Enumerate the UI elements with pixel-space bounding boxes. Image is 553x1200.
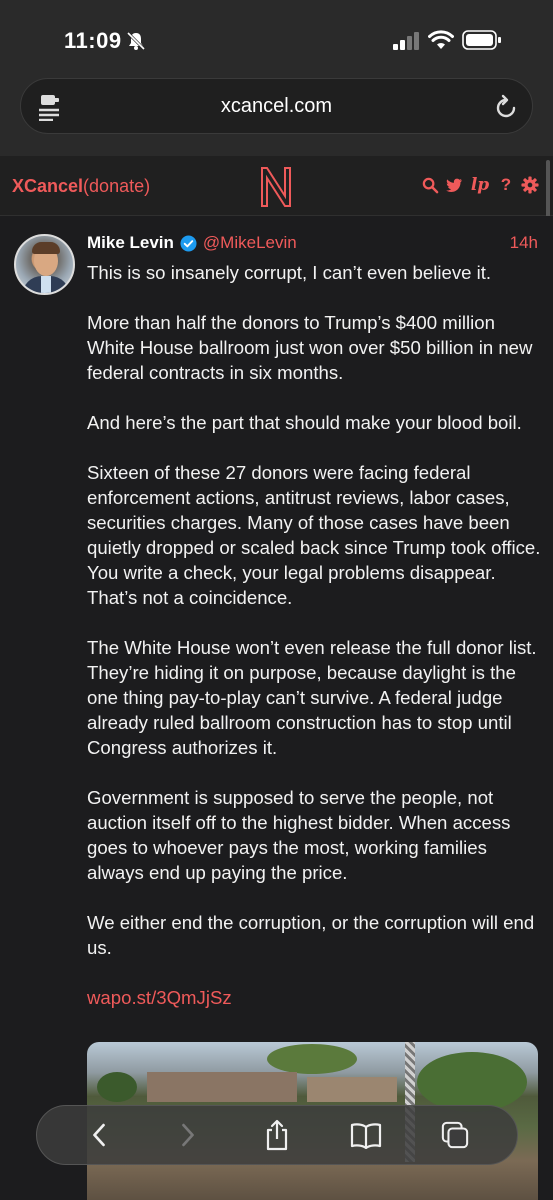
nitter-logo-icon[interactable] bbox=[257, 166, 295, 208]
share-icon[interactable] bbox=[261, 1119, 293, 1151]
help-icon[interactable]: ? bbox=[497, 175, 515, 194]
cellular-signal-icon bbox=[393, 32, 419, 50]
status-time: 11:09 bbox=[64, 28, 122, 53]
tweet-paragraph: More than half the donors to Trump’s $40… bbox=[87, 312, 533, 383]
wifi-icon bbox=[428, 30, 454, 49]
search-icon[interactable] bbox=[421, 176, 439, 194]
settings-gear-icon[interactable] bbox=[521, 176, 539, 194]
brand-link[interactable]: XCancel(donate) bbox=[12, 176, 150, 197]
tabs-icon[interactable] bbox=[439, 1119, 471, 1151]
twitter-bird-icon[interactable] bbox=[445, 176, 463, 194]
bookmarks-icon[interactable] bbox=[350, 1119, 382, 1151]
status-bar: 11:09 bbox=[0, 0, 553, 70]
avatar[interactable] bbox=[14, 234, 75, 295]
tweet-timestamp[interactable]: 14h bbox=[510, 233, 538, 253]
tweet-paragraph: This is so insanely corrupt, I can’t eve… bbox=[87, 262, 492, 283]
tweet-text: This is so insanely corrupt, I can’t eve… bbox=[87, 260, 542, 1010]
address-bar[interactable]: xcancel.com bbox=[20, 78, 533, 134]
tweet-paragraph: Government is supposed to serve the peop… bbox=[87, 787, 511, 883]
site-header: XCancel(donate) lp ? bbox=[0, 156, 553, 216]
donate-link[interactable]: (donate) bbox=[83, 176, 150, 196]
battery-icon bbox=[462, 30, 501, 50]
browser-toolbar bbox=[36, 1105, 518, 1165]
bell-slash-icon bbox=[126, 31, 146, 51]
forward-icon[interactable] bbox=[172, 1119, 204, 1151]
tweet-paragraph: The White House won’t even release the f… bbox=[87, 637, 537, 758]
verified-badge-icon bbox=[180, 234, 197, 252]
back-icon[interactable] bbox=[83, 1119, 115, 1151]
url-text[interactable]: xcancel.com bbox=[21, 95, 532, 118]
tweet-paragraph: And here’s the part that should make you… bbox=[87, 412, 522, 433]
tweet-paragraph: We either end the corruption, or the cor… bbox=[87, 912, 535, 958]
tweet-header: Mike Levin @MikeLevin bbox=[87, 233, 297, 253]
header-icons: lp ? bbox=[421, 175, 539, 195]
lp-icon[interactable]: lp bbox=[469, 175, 491, 195]
display-name[interactable]: Mike Levin bbox=[87, 233, 174, 253]
browser-top-bar: xcancel.com bbox=[0, 70, 553, 156]
tweet: Mike Levin @MikeLevin 14h This is so ins… bbox=[0, 216, 553, 1200]
handle[interactable]: @MikeLevin bbox=[203, 233, 297, 253]
reload-icon[interactable] bbox=[494, 94, 518, 120]
brand-name[interactable]: XCancel bbox=[12, 176, 83, 196]
tweet-paragraph: Sixteen of these 27 donors were facing f… bbox=[87, 462, 541, 608]
tweet-link[interactable]: wapo.st/3QmJjSz bbox=[87, 985, 232, 1010]
